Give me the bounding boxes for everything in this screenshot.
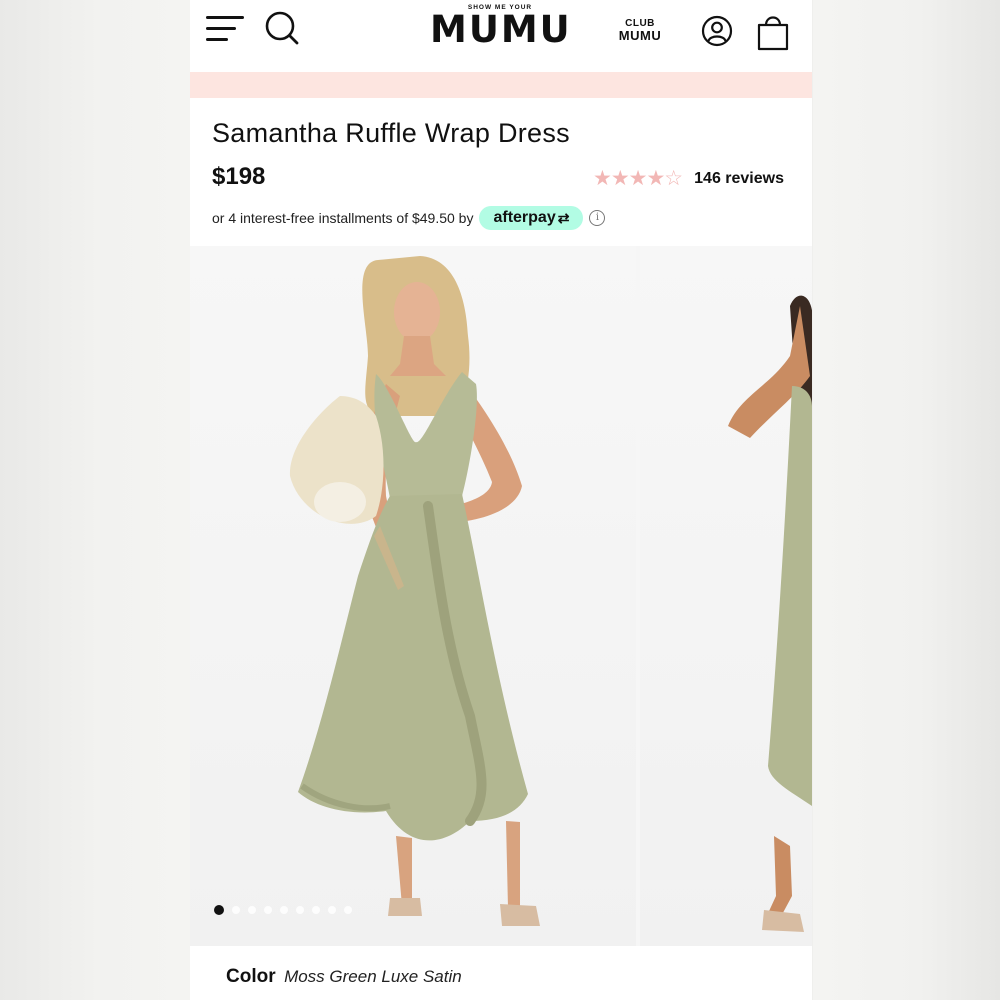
brand-logo[interactable]: SHOW ME YOUR MUMU [430, 4, 570, 49]
installments-text: or 4 interest-free installments of $49.5… [212, 210, 474, 226]
rating-stars: ★★★★☆ [593, 167, 683, 190]
phone-screen: SHOW ME YOUR MUMU CLUB MUMU Samantha Ruf… [190, 0, 812, 1000]
carousel-dot[interactable] [296, 906, 304, 914]
reviews-link[interactable]: 146 reviews [694, 170, 784, 188]
carousel-dot[interactable] [214, 905, 224, 915]
product-image-next[interactable] [640, 246, 812, 946]
afterpay-arrows-icon: ⇄ [557, 209, 570, 226]
model-photo [289, 256, 540, 926]
carousel-pagination [214, 905, 352, 915]
carousel-dot[interactable] [312, 906, 320, 914]
search-button[interactable] [262, 8, 302, 48]
product-image-main[interactable] [190, 246, 636, 946]
model-photo-next [728, 295, 812, 932]
carousel-dot[interactable] [248, 906, 256, 914]
color-label: Color [226, 966, 276, 987]
carousel-dot[interactable] [280, 906, 288, 914]
carousel-dot[interactable] [328, 906, 336, 914]
shopping-bag-icon [757, 16, 789, 51]
user-icon [701, 15, 733, 47]
carousel-dot[interactable] [264, 906, 272, 914]
search-icon [265, 11, 299, 45]
club-label-main: MUMU [618, 28, 662, 43]
menu-line [206, 16, 244, 19]
product-title: Samantha Ruffle Wrap Dress [212, 118, 570, 148]
site-header: SHOW ME YOUR MUMU CLUB MUMU [190, 0, 812, 72]
menu-line [206, 27, 236, 30]
logo-wordmark: MUMU [430, 8, 572, 51]
afterpay-badge[interactable]: afterpay ⇄ [479, 206, 584, 230]
promo-banner[interactable] [190, 72, 812, 98]
account-button[interactable] [700, 14, 734, 48]
menu-line [206, 38, 228, 41]
carousel-dot[interactable] [344, 906, 352, 914]
color-selector: Color Moss Green Luxe Satin [226, 966, 462, 988]
menu-button[interactable] [206, 14, 246, 44]
afterpay-label: afterpay [493, 209, 556, 226]
color-value: Moss Green Luxe Satin [284, 967, 462, 986]
product-price: $198 [212, 163, 266, 190]
product-image-carousel[interactable] [190, 246, 812, 946]
afterpay-installments: or 4 interest-free installments of $49.5… [212, 206, 606, 230]
carousel-dot[interactable] [232, 906, 240, 914]
product-rating[interactable]: ★★★★☆ 146 reviews [593, 166, 784, 191]
club-mumu-link[interactable]: CLUB MUMU [612, 18, 668, 43]
info-icon[interactable]: i [589, 210, 606, 226]
cart-button[interactable] [756, 12, 790, 52]
